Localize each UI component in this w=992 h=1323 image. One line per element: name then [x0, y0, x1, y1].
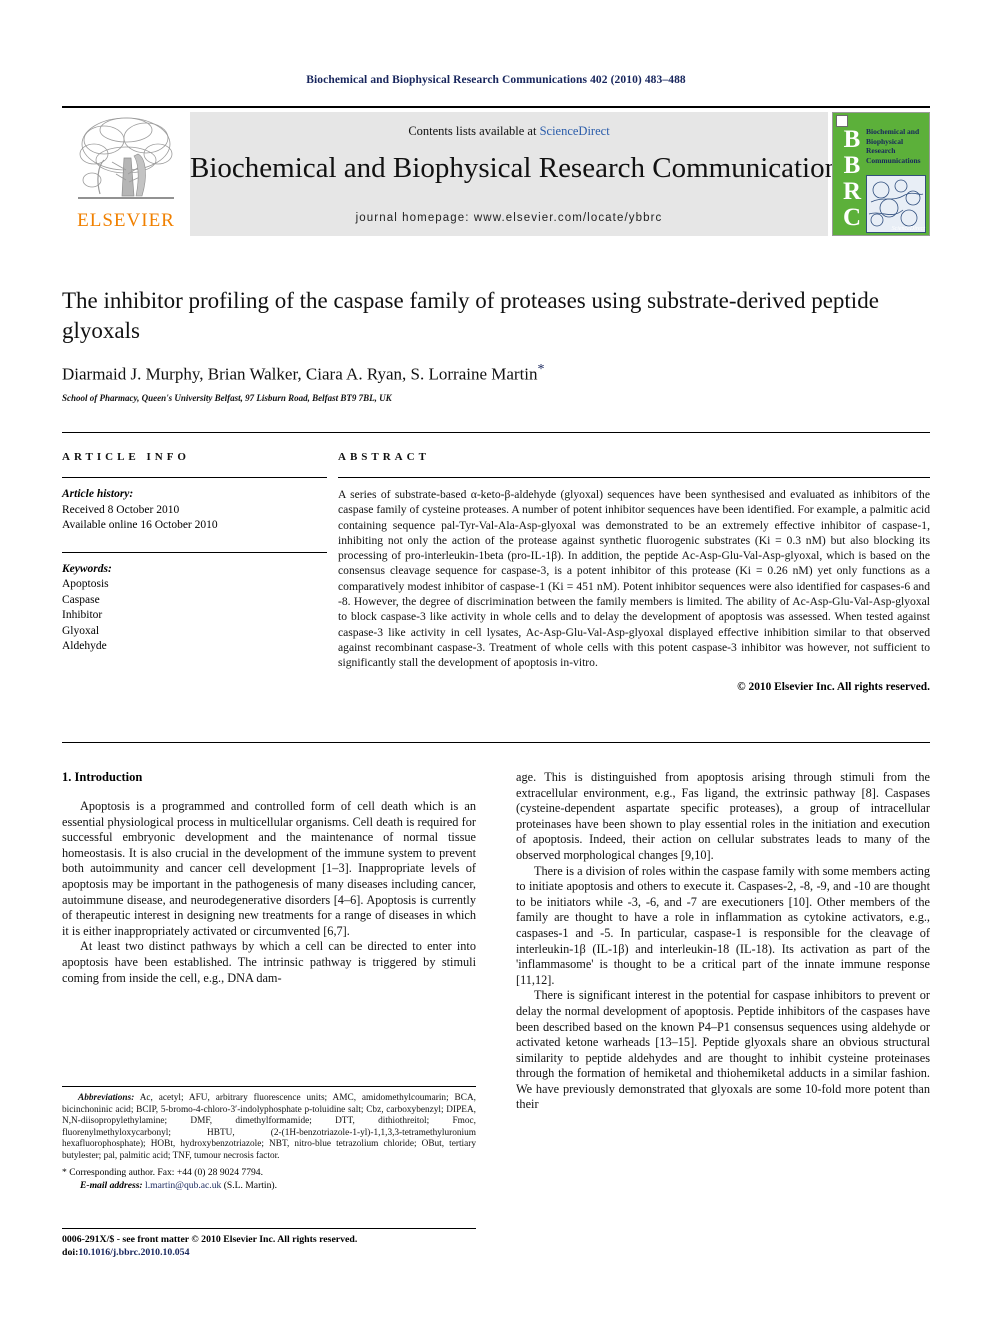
keyword-item: Aldehyde [62, 640, 107, 652]
bbrc-acronym: BBRC [842, 126, 862, 231]
footnotes-block: Abbreviations: Ac, acetyl; AFU, arbitrar… [62, 1086, 476, 1192]
title-block: The inhibitor profiling of the caspase f… [62, 286, 930, 403]
paragraph: There is significant interest in the pot… [516, 988, 930, 1112]
article-info-column: ARTICLE INFO Article history: Received 8… [62, 451, 327, 693]
keywords-label: Keywords: [62, 562, 112, 575]
keyword-item: Caspase [62, 593, 100, 606]
bbrc-cover-thumbnail: BBRC Biochemical and Biophysical Researc… [832, 112, 930, 236]
article-history-online: Available online 16 October 2010 [62, 519, 218, 531]
bbrc-cover-artwork [866, 175, 926, 233]
journal-homepage-link[interactable]: journal homepage: www.elsevier.com/locat… [190, 212, 828, 224]
journal-title: Biochemical and Biophysical Research Com… [190, 152, 851, 184]
email-label: E-mail address: [80, 1179, 143, 1191]
doi-line: doi:10.1016/j.bbrc.2010.10.054 [62, 1247, 562, 1260]
body-columns: 1. Introduction Apoptosis is a programme… [62, 770, 930, 1113]
elsevier-logo: ELSEVIER [62, 112, 190, 236]
keyword-item: Glyoxal [62, 624, 100, 637]
journal-article-page: Biochemical and Biophysical Research Com… [0, 0, 992, 1323]
divider [62, 551, 327, 553]
article-history-label: Article history: [62, 488, 134, 500]
email-suffix: (S.L. Martin). [221, 1179, 277, 1191]
sciencedirect-link[interactable]: ScienceDirect [540, 124, 610, 138]
corresponding-author-footnote: * Corresponding author. Fax: +44 (0) 28 … [62, 1166, 263, 1178]
article-history-group: Article history: Received 8 October 2010… [62, 487, 327, 534]
abstract-heading: ABSTRACT [338, 451, 430, 463]
keyword-item: Apoptosis [62, 578, 109, 590]
article-history-received: Received 8 October 2010 [62, 503, 180, 516]
bbrc-artwork-icon [867, 176, 925, 232]
abstract-column: ABSTRACT A series of substrate-based α-k… [327, 451, 930, 693]
contents-available-line: Contents lists available at ScienceDirec… [190, 124, 828, 139]
bbrc-cover-title: Biochemical and Biophysical Research Com… [866, 127, 921, 165]
email-footnote: E-mail address: l.martin@qub.ac.uk (S.L.… [62, 1180, 476, 1192]
abbreviations-footnote: Abbreviations: Ac, acetyl; AFU, arbitrar… [62, 1093, 476, 1163]
paragraph: age. This is distinguished from apoptosi… [516, 770, 930, 862]
doi-link[interactable]: 10.1016/j.bbrc.2010.10.054 [78, 1247, 189, 1258]
divider [338, 477, 930, 478]
author-names: Diarmaid J. Murphy, Brian Walker, Ciara … [62, 364, 538, 384]
divider [62, 477, 327, 478]
email-link[interactable]: l.martin@qub.ac.uk [145, 1180, 221, 1191]
divider [62, 1228, 476, 1229]
body-column-right: age. This is distinguished from apoptosi… [516, 770, 930, 1113]
corresponding-author-marker: * [537, 362, 545, 377]
abstract-copyright: © 2010 Elsevier Inc. All rights reserved… [737, 680, 930, 693]
page-footer: 0006-291X/$ - see front matter © 2010 El… [62, 1234, 562, 1259]
info-abstract-region: ARTICLE INFO Article history: Received 8… [62, 432, 930, 693]
masthead-center-band: Contents lists available at ScienceDirec… [190, 112, 851, 236]
abstract-text: A series of substrate-based α-keto-β-ald… [338, 488, 930, 670]
body-column-left: 1. Introduction Apoptosis is a programme… [62, 770, 476, 1113]
keyword-item: Inhibitor [62, 609, 103, 621]
doi-prefix: doi: [62, 1246, 79, 1258]
author-list: Diarmaid J. Murphy, Brian Walker, Ciara … [62, 362, 930, 385]
paragraph: Apoptosis is a programmed and controlled… [62, 799, 476, 938]
article-info-heading: ARTICLE INFO [62, 451, 190, 463]
keywords-group: Keywords: Apoptosis Caspase Inhibitor Gl… [62, 562, 327, 655]
bbrc-sciencedirect-mark: ScienceDirect [891, 226, 925, 232]
abbreviations-label: Abbreviations: [78, 1093, 135, 1103]
divider [62, 742, 930, 743]
page-title: The inhibitor profiling of the caspase f… [62, 288, 879, 343]
elsevier-tree-icon [78, 117, 174, 199]
paragraph: At least two distinct pathways by which … [62, 939, 476, 985]
paragraph: There is a division of roles within the … [516, 863, 930, 987]
abbreviations-text: Ac, acetyl; AFU, arbitrary fluorescence … [62, 1093, 476, 1161]
affiliation: School of Pharmacy, Queen's University B… [62, 392, 392, 403]
contents-prefix: Contents lists available at [408, 124, 540, 138]
running-head: Biochemical and Biophysical Research Com… [306, 74, 686, 86]
journal-masthead: ELSEVIER Contents lists available at Sci… [62, 106, 930, 238]
section-heading-introduction: 1. Introduction [62, 770, 143, 784]
elsevier-wordmark: ELSEVIER [77, 210, 175, 231]
issn-copyright-line: 0006-291X/$ - see front matter © 2010 El… [62, 1234, 358, 1245]
